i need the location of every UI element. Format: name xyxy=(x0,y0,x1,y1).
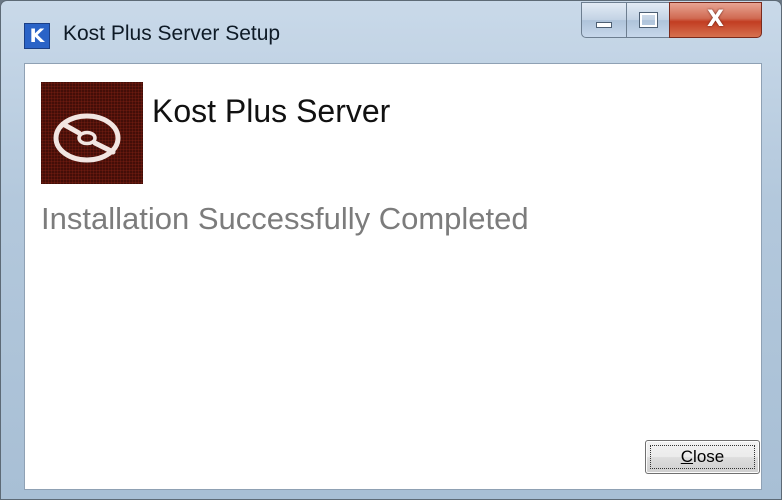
installation-status: Installation Successfully Completed xyxy=(41,201,529,236)
focus-indicator xyxy=(650,445,755,469)
close-icon: X xyxy=(707,7,724,32)
disc-icon xyxy=(41,82,143,184)
close-button[interactable]: Close xyxy=(645,440,760,474)
minimize-icon xyxy=(596,22,612,28)
close-window-button[interactable]: X xyxy=(669,2,762,38)
app-k-icon: K xyxy=(24,23,50,49)
setup-window: K Kost Plus Server Setup X Kost Plus Ser… xyxy=(0,0,782,500)
title-bar[interactable]: K Kost Plus Server Setup X xyxy=(1,1,781,63)
minimize-button[interactable] xyxy=(581,2,627,38)
maximize-button[interactable] xyxy=(626,2,670,38)
disc-icon-graphic xyxy=(53,113,121,163)
maximize-icon xyxy=(639,13,657,27)
product-name: Kost Plus Server xyxy=(152,93,391,129)
dialog-content: Kost Plus Server Installation Successful… xyxy=(24,63,762,490)
window-title: Kost Plus Server Setup xyxy=(63,22,281,45)
app-icon-letter: K xyxy=(29,25,45,47)
